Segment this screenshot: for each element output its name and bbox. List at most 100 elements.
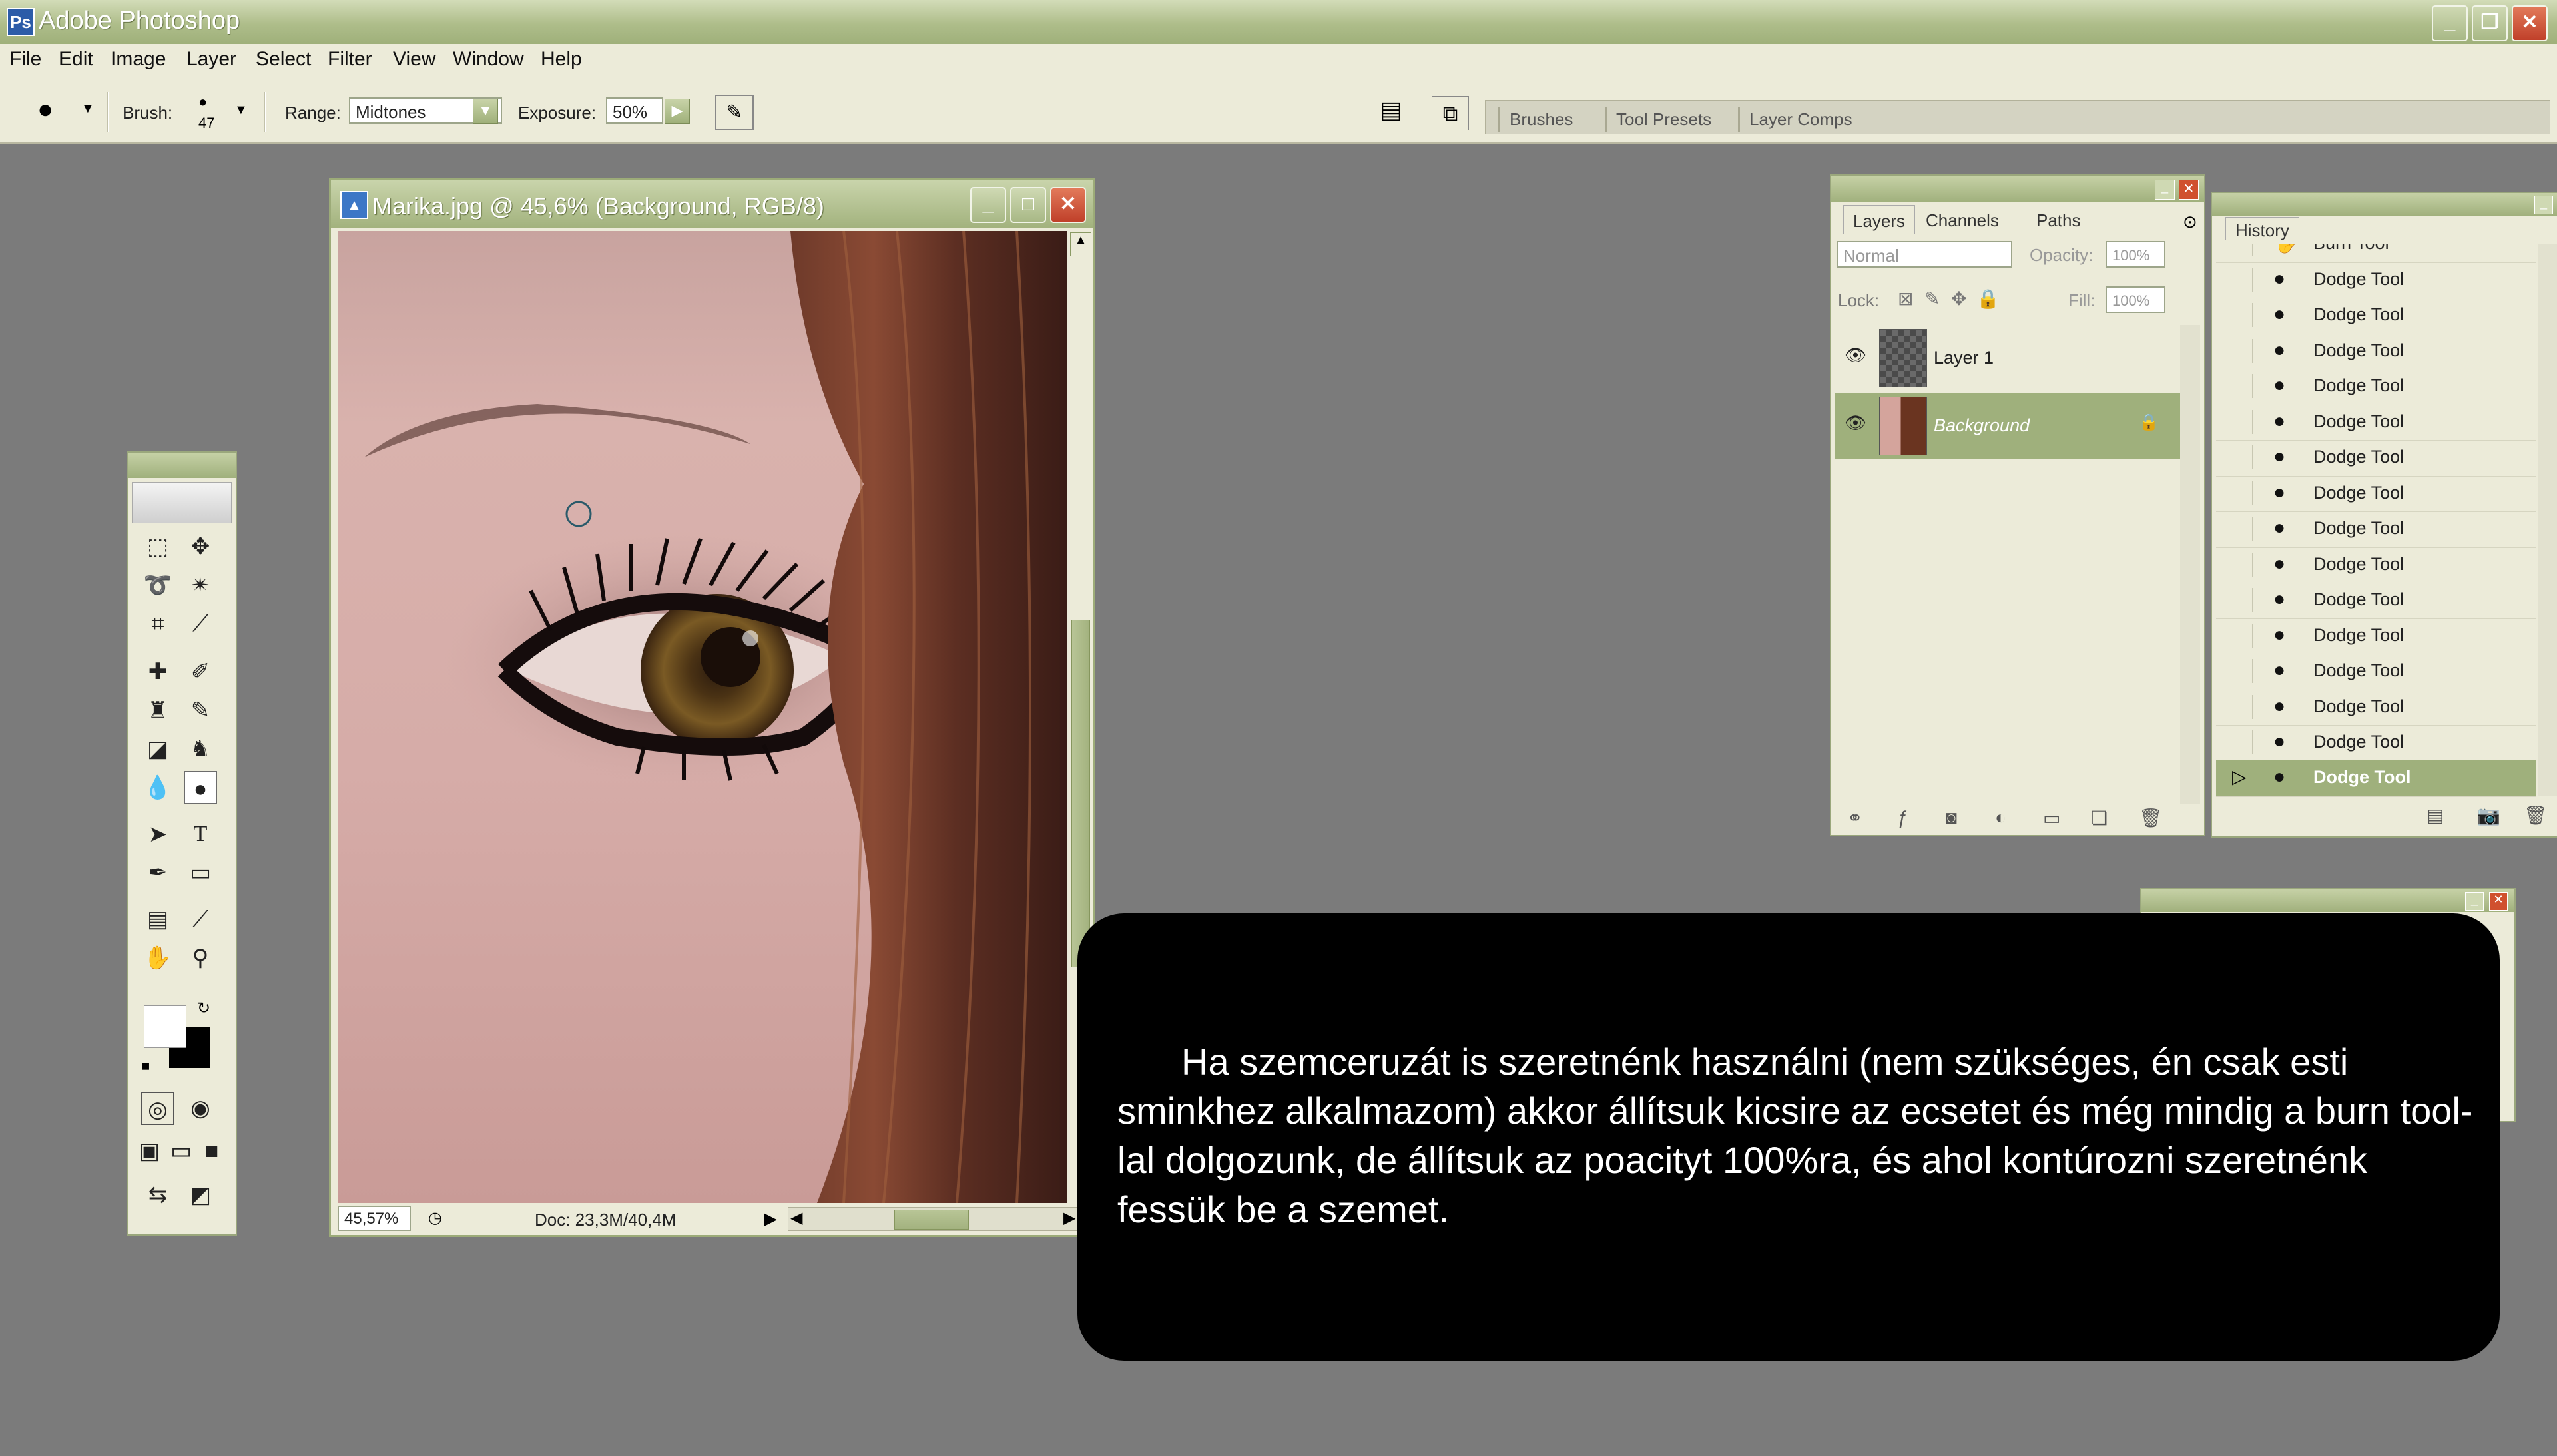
- screen-mode-full-menu-icon[interactable]: ▭: [166, 1134, 196, 1168]
- history-item[interactable]: ● Dodge Tool: [2216, 440, 2536, 477]
- history-item[interactable]: ● Dodge Tool: [2216, 298, 2536, 334]
- menu-help[interactable]: Help: [541, 48, 582, 71]
- airbrush-toggle-icon[interactable]: ✎: [715, 95, 754, 130]
- palette-menu-icon[interactable]: ⊙: [2183, 212, 2197, 232]
- doc-maximize-button[interactable]: □: [1010, 187, 1046, 223]
- history-item[interactable]: ● Dodge Tool: [2216, 618, 2536, 654]
- history-snapshot-toggle[interactable]: [2229, 517, 2253, 541]
- doc-minimize-button[interactable]: _: [970, 187, 1006, 223]
- document-titlebar[interactable]: ▲ Marika.jpg @ 45,6% (Background, RGB/8)…: [331, 180, 1093, 228]
- shape-tool-icon[interactable]: ▭: [184, 856, 217, 889]
- eraser-tool-icon[interactable]: ◪: [141, 732, 174, 766]
- eyedropper-tool-icon[interactable]: ⟋: [184, 903, 217, 936]
- menu-window[interactable]: Window: [453, 48, 524, 71]
- zoom-tool-icon[interactable]: ⚲: [184, 941, 217, 975]
- foreground-color-front[interactable]: [144, 1005, 186, 1048]
- marquee-tool-icon[interactable]: ⬚: [141, 530, 174, 563]
- history-item[interactable]: ● Dodge Tool: [2216, 334, 2536, 369]
- scroll-up-icon[interactable]: ▲: [1070, 232, 1091, 256]
- swap-colors-icon[interactable]: ↻: [197, 999, 210, 1018]
- brush-picker-chevron-icon[interactable]: ▼: [234, 103, 248, 118]
- history-snapshot-toggle[interactable]: [2229, 303, 2253, 327]
- history-item[interactable]: ● Dodge Tool: [2216, 511, 2536, 548]
- history-snapshot-toggle[interactable]: [2229, 374, 2253, 398]
- healing-brush-tool-icon[interactable]: ✚: [141, 655, 174, 688]
- menu-image[interactable]: Image: [111, 48, 166, 71]
- palette-close-icon[interactable]: ✕: [2179, 180, 2199, 200]
- history-snapshot-toggle[interactable]: [2229, 588, 2253, 612]
- pen-tool-icon[interactable]: ✒: [141, 856, 174, 889]
- history-snapshot-toggle[interactable]: [2229, 267, 2253, 292]
- visibility-eye-icon[interactable]: 👁: [1845, 413, 1866, 433]
- status-menu-arrow-icon[interactable]: ▶: [764, 1208, 777, 1229]
- zoom-field[interactable]: 45,57%: [338, 1206, 411, 1231]
- well-tab-brushes[interactable]: Brushes: [1498, 107, 1583, 132]
- new-snapshot-icon[interactable]: 📷: [2477, 804, 2500, 826]
- screen-mode-standard-icon[interactable]: ▣: [135, 1134, 164, 1168]
- history-snapshot-toggle[interactable]: [2229, 730, 2253, 754]
- history-state-pointer-icon[interactable]: ▷: [2232, 766, 2247, 788]
- file-browser-icon[interactable]: ▤: [1374, 96, 1408, 129]
- minimize-button[interactable]: _: [2432, 5, 2468, 41]
- notes-tool-icon[interactable]: ▤: [141, 903, 174, 936]
- history-item[interactable]: ● Dodge Tool: [2216, 654, 2536, 690]
- tab-channels[interactable]: Channels: [1916, 205, 2008, 234]
- toolbox-header[interactable]: [128, 453, 236, 478]
- close-button[interactable]: ✕: [2512, 5, 2548, 41]
- palette-minimize-icon[interactable]: _: [2534, 196, 2553, 214]
- layers-palette-header[interactable]: _ ✕: [1831, 176, 2204, 202]
- blend-mode-select[interactable]: Normal: [1837, 241, 2012, 268]
- photo-canvas[interactable]: [338, 231, 1067, 1203]
- clone-stamp-tool-icon[interactable]: ♜: [141, 694, 174, 727]
- lasso-tool-icon[interactable]: ➰: [141, 569, 174, 602]
- lock-position-icon[interactable]: ✥: [1951, 288, 1966, 310]
- history-item[interactable]: ● Dodge Tool: [2216, 583, 2536, 619]
- history-snapshot-toggle[interactable]: [2229, 481, 2253, 505]
- history-snapshot-toggle[interactable]: [2229, 623, 2253, 648]
- history-item[interactable]: ● Dodge Tool: [2216, 725, 2536, 762]
- history-snapshot-toggle[interactable]: [2229, 694, 2253, 719]
- history-snapshot-toggle[interactable]: [2229, 409, 2253, 434]
- doc-close-button[interactable]: ✕: [1050, 187, 1086, 223]
- menu-select[interactable]: Select: [256, 48, 311, 71]
- layer-style-icon[interactable]: ƒ: [1898, 807, 1908, 828]
- dodge-tool-icon[interactable]: ●: [184, 771, 217, 804]
- history-item[interactable]: ● Dodge Tool: [2216, 369, 2536, 405]
- well-tab-tool-presets[interactable]: Tool Presets: [1605, 107, 1722, 132]
- fill-input[interactable]: 100%: [2106, 286, 2165, 313]
- type-tool-icon[interactable]: T: [184, 818, 217, 851]
- jump-to-imageready-icon[interactable]: ⇆: [141, 1178, 174, 1212]
- history-item[interactable]: ✋ Burn Tool: [2216, 244, 2536, 263]
- delete-state-icon[interactable]: 🗑: [2524, 804, 2548, 826]
- history-palette-header[interactable]: _: [2212, 193, 2557, 216]
- lock-all-icon[interactable]: 🔒: [1976, 288, 2000, 310]
- palette-minimize-icon[interactable]: _: [2465, 892, 2484, 911]
- brush-tip-icon[interactable]: ●: [198, 93, 207, 111]
- history-item[interactable]: ● Dodge Tool: [2216, 476, 2536, 512]
- history-snapshot-toggle[interactable]: [2229, 552, 2253, 577]
- default-colors-icon[interactable]: ■: [141, 1057, 150, 1075]
- tab-paths[interactable]: Paths: [2027, 205, 2090, 234]
- history-snapshot-toggle[interactable]: [2229, 244, 2253, 256]
- history-scrollbar[interactable]: [2538, 244, 2557, 796]
- delete-layer-icon[interactable]: 🗑: [2139, 807, 2163, 829]
- tab-history[interactable]: History: [2225, 217, 2299, 240]
- layer-row-layer-1[interactable]: 👁 Layer 1: [1835, 325, 2181, 391]
- vertical-scroll-thumb[interactable]: [1071, 620, 1090, 967]
- new-layer-icon[interactable]: ❏: [2091, 807, 2108, 829]
- opacity-input[interactable]: 100%: [2106, 241, 2165, 268]
- history-snapshot-toggle[interactable]: [2229, 445, 2253, 469]
- chevron-down-icon[interactable]: ▼: [81, 101, 95, 117]
- history-snapshot-toggle[interactable]: [2229, 659, 2253, 683]
- menu-layer[interactable]: Layer: [186, 48, 236, 71]
- paint-bucket-tool-icon[interactable]: ♞: [184, 732, 217, 766]
- menu-file[interactable]: File: [9, 48, 41, 71]
- menu-filter[interactable]: Filter: [328, 48, 372, 71]
- link-layers-icon[interactable]: ⚭: [1847, 807, 1862, 829]
- exposure-slider-arrow-icon[interactable]: ▶: [665, 99, 690, 124]
- new-group-icon[interactable]: ▭: [2043, 807, 2060, 829]
- magic-wand-tool-icon[interactable]: ✴: [184, 569, 217, 602]
- hand-tool-icon[interactable]: ✋: [141, 941, 174, 975]
- brush-tool-icon[interactable]: ✐: [184, 655, 217, 688]
- history-item[interactable]: ● Dodge Tool: [2216, 547, 2536, 583]
